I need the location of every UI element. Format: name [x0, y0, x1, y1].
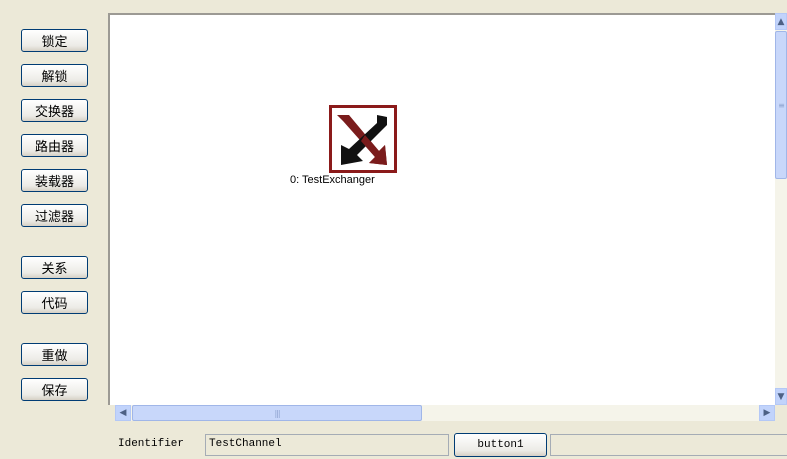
filter-button[interactable]: 过滤器 [21, 204, 88, 227]
property-bar: Identifier TestChannel button1 [0, 431, 787, 459]
relation-button[interactable]: 关系 [21, 256, 88, 279]
scroll-right-arrow-icon[interactable]: ▶ [759, 405, 775, 421]
identifier-value: TestChannel [209, 438, 282, 450]
scroll-left-arrow-icon[interactable]: ◀ [115, 405, 131, 421]
exchanger-button-label: 交换器 [34, 105, 74, 120]
unlock-button-label: 解锁 [41, 70, 68, 85]
exchanger-node[interactable]: 0: TestExchanger [290, 105, 398, 186]
extra-field[interactable] [550, 434, 787, 456]
design-canvas[interactable]: 0: TestExchanger [108, 13, 775, 405]
button1-label: button1 [477, 439, 524, 451]
scroll-up-arrow-icon[interactable]: ▲ [775, 13, 787, 30]
save-button[interactable]: 保存 [21, 378, 88, 401]
exchanger-icon [329, 105, 397, 173]
code-button-label: 代码 [41, 297, 68, 312]
identifier-label: Identifier [118, 438, 185, 450]
router-button[interactable]: 路由器 [21, 134, 88, 157]
vertical-scroll-thumb[interactable]: ≡ [775, 31, 787, 179]
lock-button-label: 锁定 [41, 35, 68, 50]
redo-button[interactable]: 重做 [21, 343, 88, 366]
relation-button-label: 关系 [41, 262, 68, 277]
horizontal-scroll-thumb[interactable]: ||| [132, 405, 422, 421]
unlock-button[interactable]: 解锁 [21, 64, 88, 87]
horizontal-scrollbar[interactable]: ◀ ||| ▶ [115, 405, 775, 421]
exchanger-node-label: 0: TestExchanger [290, 174, 375, 186]
save-button-label: 保存 [41, 384, 68, 399]
loader-button-label: 装载器 [34, 175, 74, 190]
lock-button[interactable]: 锁定 [21, 29, 88, 52]
loader-button[interactable]: 装载器 [21, 169, 88, 192]
scroll-down-arrow-icon[interactable]: ▼ [775, 388, 787, 405]
exchanger-button[interactable]: 交换器 [21, 99, 88, 122]
router-button-label: 路由器 [34, 140, 74, 155]
vertical-scrollbar[interactable]: ▲ ≡ ▼ [775, 13, 787, 405]
identifier-field[interactable]: TestChannel [205, 434, 449, 456]
code-button[interactable]: 代码 [21, 291, 88, 314]
button1[interactable]: button1 [454, 433, 547, 457]
redo-button-label: 重做 [41, 349, 68, 364]
filter-button-label: 过滤器 [34, 210, 74, 225]
